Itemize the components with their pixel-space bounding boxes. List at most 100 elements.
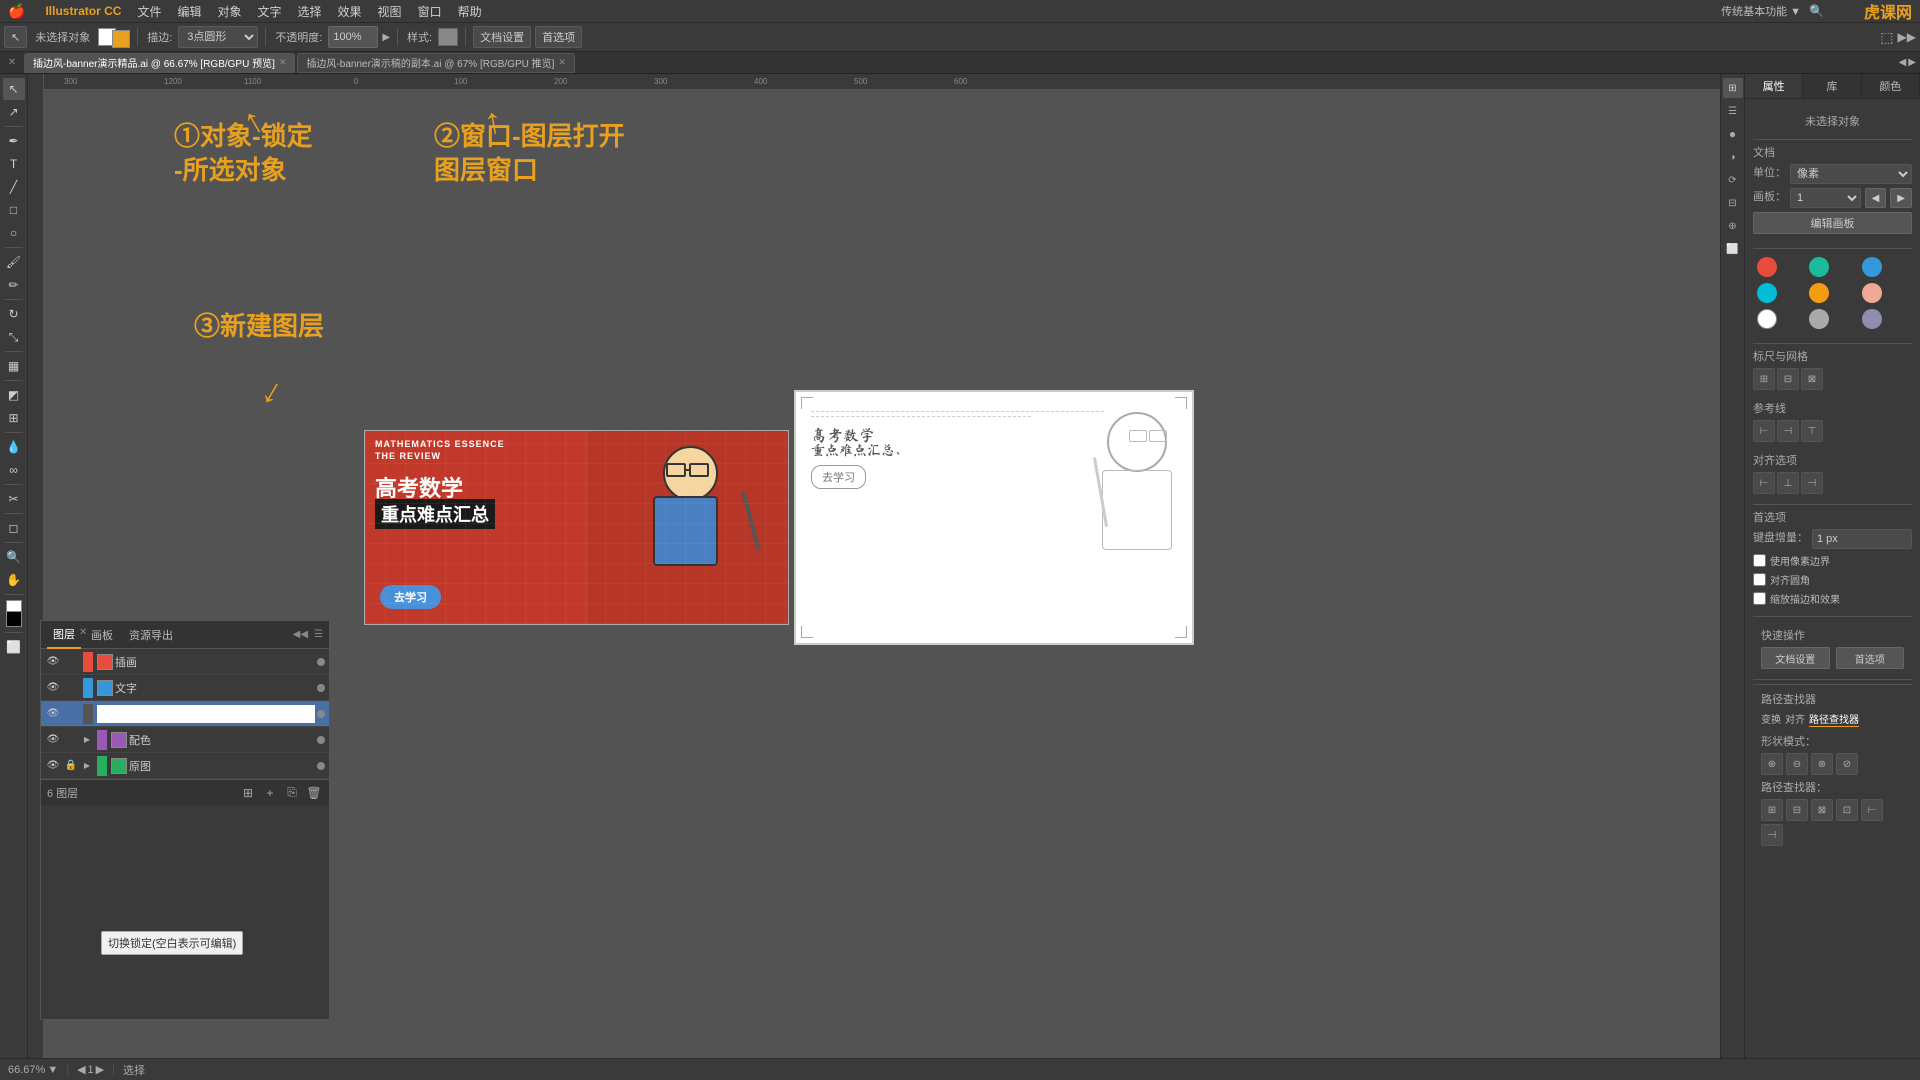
edit-artboard-btn[interactable]: 编辑画板 [1753,212,1912,234]
layer-lock-chua[interactable] [63,654,79,670]
align-icon[interactable]: ⊟ [1723,193,1743,213]
layer-lock-peise[interactable] [63,732,79,748]
hand-tool[interactable]: ✋ [3,569,25,591]
tab-close-all[interactable]: ✕ [4,55,20,71]
color-swatch-white[interactable] [1757,309,1777,329]
tab-1[interactable]: 插边风-banner演示精品.ai @ 66.67% [RGB/GPU 预览] … [24,53,295,73]
lp-close-btn[interactable]: ✕ [79,627,87,638]
libraries-icon[interactable]: ☰ [1723,101,1743,121]
artboard-nav[interactable]: ◀ 1 ▶ [77,1063,104,1076]
menu-item-object[interactable]: 对象 [209,3,249,20]
duplicate-layer-btn[interactable]: ⎘ [283,784,301,802]
mesh-tool[interactable]: ⊞ [3,407,25,429]
change-screen-mode[interactable]: ⬜ [3,636,25,658]
color-swatch-blue[interactable] [1862,257,1882,277]
tab-color[interactable]: 颜色 [1862,74,1920,98]
color-swatch-salmon[interactable] [1862,283,1882,303]
align-center-btn[interactable]: ⊥ [1777,472,1799,494]
brush-tool[interactable]: 🖌 [3,251,25,273]
ruler-btn[interactable]: ⊞ [1753,368,1775,390]
snap-effects-checkbox[interactable] [1753,592,1766,605]
ellipse-tool[interactable]: ○ [3,222,25,244]
new-layer-set-btn[interactable]: ⊞ [239,784,257,802]
menu-item-text[interactable]: 文字 [250,3,290,20]
snap-pixel-checkbox[interactable] [1753,554,1766,567]
arrange-icon[interactable]: ⬚ [1880,29,1893,46]
shape-intersect[interactable]: ⊗ [1811,753,1833,775]
layer-lock-original[interactable]: 🔒 [63,758,79,774]
transform-icon[interactable]: ⟳ [1723,170,1743,190]
rotate-tool[interactable]: ↻ [3,303,25,325]
layer-lock-text[interactable] [63,680,79,696]
pencil-tool[interactable]: ✏ [3,274,25,296]
layers-tab[interactable]: 图层 [47,621,81,649]
direct-select-tool[interactable]: ↗ [3,101,25,123]
blend-tool[interactable]: ∞ [3,459,25,481]
stroke-style-select[interactable]: 3点圆形 [178,26,258,48]
selection-tool-btn[interactable]: ↖ [4,26,27,48]
shape-unite[interactable]: ⊕ [1761,753,1783,775]
layer-vis-peise[interactable]: 👁 [45,732,61,748]
menu-item-file[interactable]: 文件 [129,3,169,20]
color-swatch-lavender[interactable] [1862,309,1882,329]
artboard-icon[interactable]: ⬜ [1723,239,1743,259]
style-preview[interactable] [438,28,458,46]
layer-expand-peise[interactable]: ▶ [81,734,93,746]
gradient-tool[interactable]: ◩ [3,384,25,406]
grid-btn[interactable]: ⊟ [1777,368,1799,390]
menu-item-edit[interactable]: 编辑 [169,3,209,20]
eraser-tool[interactable]: ◻ [3,517,25,539]
pf-trim[interactable]: ⊟ [1786,799,1808,821]
align-right-btn[interactable]: ⊣ [1801,472,1823,494]
pf-divide[interactable]: ⊞ [1761,799,1783,821]
pathfinder-icon[interactable]: ⊕ [1723,216,1743,236]
guide-btn3[interactable]: ⊤ [1801,420,1823,442]
artboard-select[interactable]: 1 [1790,188,1861,208]
guide-btn1[interactable]: ⊢ [1753,420,1775,442]
select-tool[interactable]: ↖ [3,78,25,100]
layer-item-original[interactable]: 👁 🔒 ▶ 原图 [41,753,329,779]
delete-layer-btn[interactable]: 🗑 [305,784,323,802]
assets-export-tab[interactable]: 资源导出 [123,621,179,649]
pf-crop[interactable]: ⊡ [1836,799,1858,821]
opacity-chevron[interactable]: ▶ [382,32,390,43]
tab-properties[interactable]: 属性 [1745,74,1803,98]
doc-settings-btn[interactable]: 文档设置 [473,26,531,48]
scale-tool[interactable]: ⤡ [3,326,25,348]
menu-item-window[interactable]: 窗口 [410,3,450,20]
eye-dropper[interactable]: 💧 [3,436,25,458]
menu-item-illustrator[interactable]: Illustrator CC [37,4,129,18]
layer-vis-editing[interactable]: 👁 [45,706,61,722]
lp-collapse-btn[interactable]: ◀◀ [293,629,308,640]
menu-item-help[interactable]: 帮助 [450,3,490,20]
grid-btn2[interactable]: ⊠ [1801,368,1823,390]
layer-lock-editing[interactable] [63,706,79,722]
opacity-input[interactable] [328,26,378,48]
layer-item-editing[interactable]: 👁 [41,701,329,727]
snap-corners-checkbox[interactable] [1753,573,1766,586]
pf-outline[interactable]: ⊢ [1861,799,1883,821]
artboard-next-btn[interactable]: ▶ [96,1063,104,1076]
zoom-select-wrapper[interactable]: 66.67% ▼ [8,1064,58,1076]
unit-select[interactable]: 像素 点 毫米 [1790,164,1912,184]
artboard-next[interactable]: ▶ [1890,188,1912,208]
color-swatch-cyan[interactable] [1757,283,1777,303]
layer-expand-original[interactable]: ▶ [81,760,93,772]
pf-minus-back[interactable]: ⊣ [1761,824,1783,846]
zoom-tool[interactable]: 🔍 [3,546,25,568]
artboards-tab[interactable]: 画板 [85,621,119,649]
align-tab[interactable]: 对齐 [1785,711,1805,727]
color-swatch-red[interactable] [1757,257,1777,277]
properties-icon[interactable]: ⊞ [1723,78,1743,98]
workspace-selector[interactable]: 传统基本功能 ▼ [1721,3,1801,19]
color-swatch-orange[interactable] [1809,283,1829,303]
artboard-prev[interactable]: ◀ [1865,188,1887,208]
menu-item-effects[interactable]: 效果 [330,3,370,20]
rect-tool[interactable]: □ [3,199,25,221]
pf-merge[interactable]: ⊠ [1811,799,1833,821]
shape-exclude[interactable]: ⊘ [1836,753,1858,775]
layer-item-text[interactable]: 👁 文字 [41,675,329,701]
keyboard-input[interactable] [1812,529,1912,549]
layer-name-input-editing[interactable] [97,705,315,723]
layer-vis-text[interactable]: 👁 [45,680,61,696]
